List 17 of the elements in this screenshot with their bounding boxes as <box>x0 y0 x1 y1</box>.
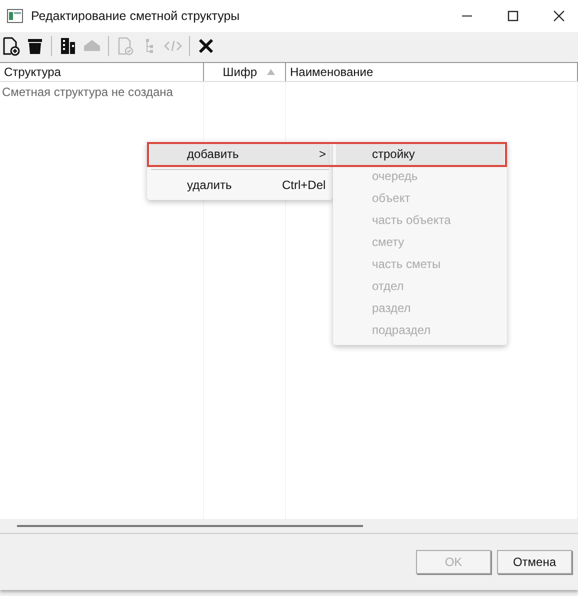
menu-item[interactable]: добавить > <box>150 143 330 165</box>
building-icon[interactable] <box>58 36 78 56</box>
new-document-icon[interactable] <box>1 36 21 56</box>
menu-item[interactable]: удалить Ctrl+Del <box>150 174 330 196</box>
window-title: Редактирование сметной структуры <box>31 9 241 23</box>
close-icon[interactable] <box>553 10 565 22</box>
scrollbar-thumb[interactable] <box>17 525 363 527</box>
submenu-item[interactable]: стройку <box>336 143 504 165</box>
app-icon <box>7 9 23 23</box>
trash-icon[interactable] <box>25 36 45 56</box>
maximize-icon[interactable] <box>507 10 519 22</box>
empty-message: Сметная структура не создана <box>1 85 173 99</box>
dialog-button[interactable]: Отмена <box>497 550 572 574</box>
column-header[interactable]: Структура <box>0 63 204 81</box>
column-header[interactable]: Наименование <box>286 63 578 81</box>
close-icon[interactable] <box>196 36 216 56</box>
column-header[interactable]: Шифр <box>204 63 286 81</box>
